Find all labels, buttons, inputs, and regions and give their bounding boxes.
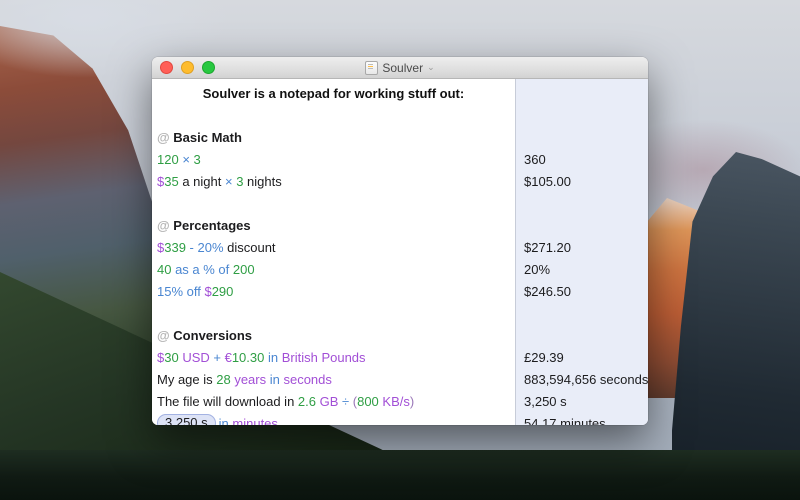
close-button[interactable] [160, 61, 173, 74]
expression-segment-op: as a % of [171, 262, 232, 277]
result-value [516, 105, 648, 127]
expression-segment-num: 3 [194, 152, 201, 167]
traffic-lights [160, 57, 215, 78]
expression-segment-op: × [179, 152, 194, 167]
expression-row[interactable]: $339 - 20% discount [152, 237, 515, 259]
expression-segment-cur: € [225, 350, 232, 365]
expression-segment-op: × [225, 174, 236, 189]
expression-segment-op: in [264, 350, 281, 365]
expression-row[interactable]: The file will download in 2.6 GB ÷ (800 … [152, 391, 515, 413]
document-icon [365, 61, 378, 75]
expression-segment-num: 10.30 [232, 350, 265, 365]
results-pane: 360$105.00 $271.2020%$246.50 £29.39883,594… [515, 79, 648, 425]
result-value[interactable]: 54.17 minutes [516, 413, 648, 425]
result-value[interactable]: $105.00 [516, 171, 648, 193]
expression-segment-txt: a night [179, 174, 225, 189]
result-value [516, 303, 648, 325]
expression-row[interactable]: 40 as a % of 200 [152, 259, 515, 281]
header-row[interactable]: Soulver is a notepad for working stuff o… [152, 83, 515, 105]
expression-segment-txt: discount [224, 240, 276, 255]
expression-segment-cur: years [231, 372, 266, 387]
expression-segment-cur: KB/s [379, 394, 410, 409]
expression-segment-par: ) [410, 394, 414, 409]
expression-segment-num: 35 [164, 174, 178, 189]
expression-row[interactable]: 15% off $290 [152, 281, 515, 303]
result-value [516, 215, 648, 237]
window-title-group: Soulver ⌄ [365, 61, 434, 75]
titlebar[interactable]: Soulver ⌄ [152, 57, 648, 79]
blank-row [152, 193, 515, 215]
result-value[interactable]: 3,250 s [516, 391, 648, 413]
expression-row[interactable]: $35 a night × 3 nights [152, 171, 515, 193]
desktop-wallpaper: Soulver ⌄ Soulver is a notepad for worki… [0, 0, 800, 500]
section-row[interactable]: @ Basic Math [152, 127, 515, 149]
section-row[interactable]: @ Conversions [152, 325, 515, 347]
section-title: Basic Math [173, 130, 242, 145]
expression-segment-txt: nights [243, 174, 281, 189]
expression-segment-op: - 20% [186, 240, 224, 255]
expression-row[interactable]: 3,250 sin minutes [152, 413, 515, 425]
zoom-button[interactable] [202, 61, 215, 74]
expression-row[interactable]: $30 USD + €10.30 in British Pounds [152, 347, 515, 369]
result-value[interactable]: $246.50 [516, 281, 648, 303]
expression-segment-op: + [210, 350, 225, 365]
result-value [516, 193, 648, 215]
window-title: Soulver [382, 61, 423, 75]
expression-segment-op: in [266, 372, 283, 387]
expression-segment-txt: My age is [157, 372, 216, 387]
expression-segment-cur: seconds [283, 372, 331, 387]
blank-row [152, 303, 515, 325]
result-value [516, 127, 648, 149]
expression-segment-num: 2.6 [298, 394, 316, 409]
expression-segment-num: 30 [164, 350, 178, 365]
expression-segment-num: 339 [164, 240, 186, 255]
expression-segment-cur: $ [204, 284, 211, 299]
chevron-down-icon[interactable]: ⌄ [427, 63, 435, 72]
section-title: Percentages [173, 218, 250, 233]
result-value[interactable]: 360 [516, 149, 648, 171]
section-at-sign: @ [157, 328, 173, 343]
result-value[interactable]: 883,594,656 seconds [516, 369, 648, 391]
expression-segment-num: 800 [357, 394, 379, 409]
soulver-window: Soulver ⌄ Soulver is a notepad for worki… [152, 57, 648, 425]
minimize-button[interactable] [181, 61, 194, 74]
wallpaper-valley [0, 450, 800, 500]
expression-segment-num: 120 [157, 152, 179, 167]
result-value[interactable]: $271.20 [516, 237, 648, 259]
result-value[interactable]: 20% [516, 259, 648, 281]
section-at-sign: @ [157, 130, 173, 145]
expression-segment-cur: British Pounds [282, 350, 366, 365]
blank-row [152, 105, 515, 127]
expression-segment-op: ÷ [338, 394, 352, 409]
expression-segment-num: 28 [216, 372, 230, 387]
expression-segment-cur: GB [316, 394, 338, 409]
expression-segment-num: 200 [233, 262, 255, 277]
expression-segment-cur: minutes [232, 416, 278, 425]
section-at-sign: @ [157, 218, 173, 233]
expression-segment-num: 290 [212, 284, 234, 299]
editor-pane[interactable]: Soulver is a notepad for working stuff o… [152, 79, 515, 425]
expression-segment-txt: The file will download in [157, 394, 298, 409]
result-value [516, 83, 648, 105]
expression-row[interactable]: My age is 28 years in seconds [152, 369, 515, 391]
expression-segment-op: 15% off [157, 284, 204, 299]
expression-segment-num: 40 [157, 262, 171, 277]
answer-token-pill[interactable]: 3,250 s [157, 414, 216, 425]
expression-row[interactable]: 120 × 3 [152, 149, 515, 171]
expression-segment-cur: USD [179, 350, 210, 365]
result-value [516, 325, 648, 347]
expression-segment-op: in [219, 416, 233, 425]
section-title: Conversions [173, 328, 252, 343]
section-row[interactable]: @ Percentages [152, 215, 515, 237]
window-content: Soulver is a notepad for working stuff o… [152, 79, 648, 425]
result-value[interactable]: £29.39 [516, 347, 648, 369]
